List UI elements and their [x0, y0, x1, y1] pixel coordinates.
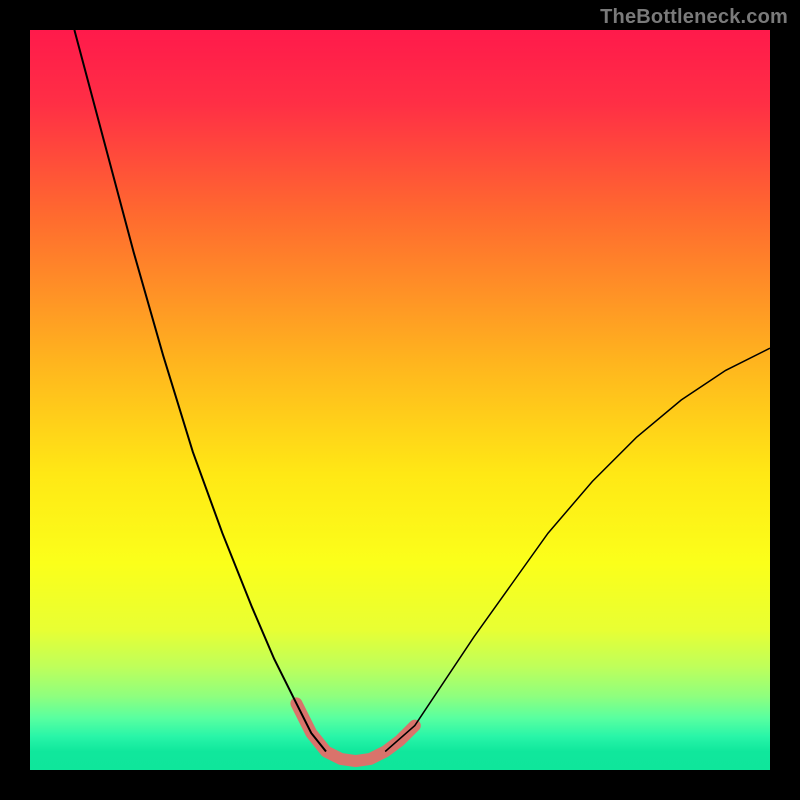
plot-area	[30, 30, 770, 770]
series-left-arm	[74, 30, 326, 752]
curves-layer	[30, 30, 770, 770]
chart-frame: TheBottleneck.com	[0, 0, 800, 800]
series-right-arm	[385, 348, 770, 751]
series-valley-highlight	[296, 703, 414, 761]
watermark-text: TheBottleneck.com	[600, 6, 788, 29]
